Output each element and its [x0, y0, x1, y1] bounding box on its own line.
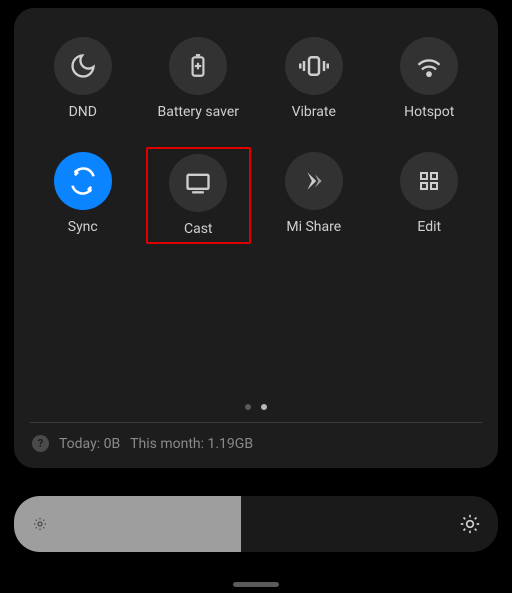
pagination [30, 394, 482, 418]
tile-label-dnd: DND [69, 104, 97, 120]
brightness-fill [14, 496, 241, 552]
tile-label-hotspot: Hotspot [404, 104, 454, 120]
tiles-grid: DND Battery saver Vibrate Hotspot Sync Cast Mi… [30, 32, 482, 244]
tile-battery-saver[interactable]: Battery saver [146, 32, 252, 125]
quick-settings-panel: DND Battery saver Vibrate Hotspot Sync Cast Mi… [14, 8, 498, 468]
tile-sync[interactable]: Sync [30, 147, 136, 244]
vibrate-icon [285, 37, 343, 95]
tile-vibrate[interactable]: Vibrate [261, 32, 367, 125]
tile-label-edit: Edit [417, 219, 441, 235]
tile-label-sync: Sync [68, 219, 98, 235]
tile-label-vibrate: Vibrate [292, 104, 336, 120]
tile-label-mi-share: Mi Share [286, 219, 341, 235]
cast-icon [169, 154, 227, 212]
info-icon: ? [32, 435, 49, 452]
battery-plus-icon [169, 37, 227, 95]
tile-label-battery-saver: Battery saver [158, 104, 239, 120]
tile-mi-share[interactable]: Mi Share [261, 147, 367, 244]
tile-dnd[interactable]: DND [30, 32, 136, 125]
usage-today: Today: 0B [59, 436, 120, 452]
brightness-high-icon [460, 514, 498, 534]
moon-icon [54, 37, 112, 95]
grid-icon [400, 152, 458, 210]
brightness-low-icon [32, 516, 48, 532]
usage-month: This month: 1.19GB [130, 436, 253, 452]
sync-icon [54, 152, 112, 210]
divider [30, 422, 482, 423]
hotspot-icon [400, 37, 458, 95]
tile-hotspot[interactable]: Hotspot [377, 32, 483, 125]
tile-label-cast: Cast [184, 221, 213, 237]
tile-cast[interactable]: Cast [146, 147, 252, 244]
tile-edit[interactable]: Edit [377, 147, 483, 244]
data-usage-row[interactable]: ? Today: 0B This month: 1.19GB [30, 433, 482, 454]
page-dot-0[interactable] [245, 404, 251, 410]
page-dot-1[interactable] [261, 404, 267, 410]
brightness-slider[interactable] [14, 496, 498, 552]
mishare-icon [285, 152, 343, 210]
